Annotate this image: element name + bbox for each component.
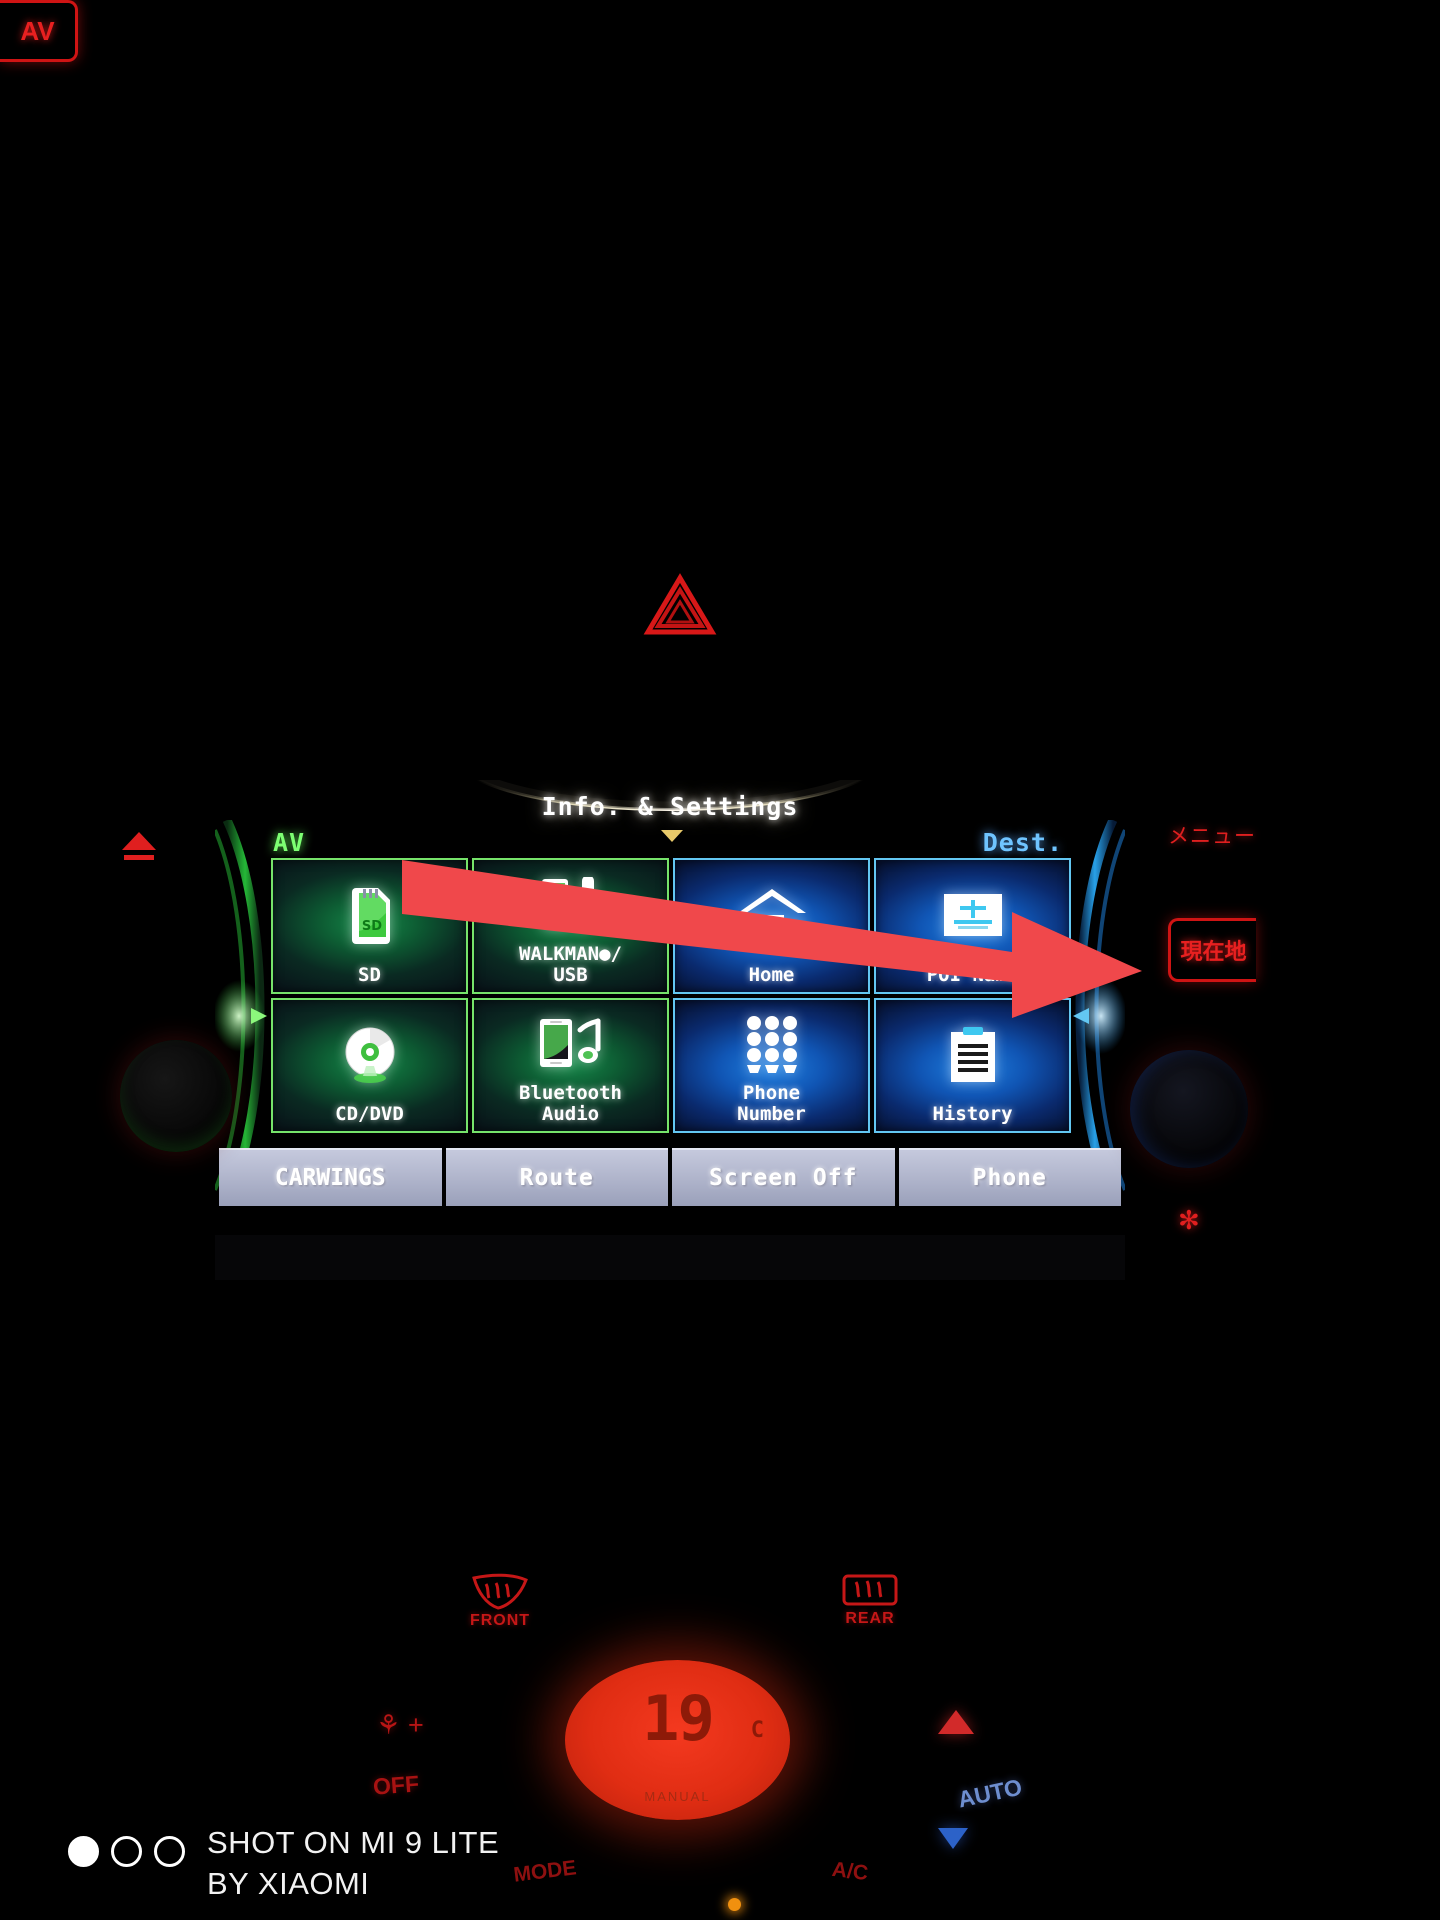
watermark-text: SHOT ON MI 9 LITE BY XIAOMI [207,1822,499,1904]
house-icon [675,860,868,965]
screen-title: Info. & Settings [541,792,799,821]
rear-defrost-label: REAR [845,1610,895,1627]
tile-label: SD [358,963,381,986]
gear-icon[interactable]: ✻ [1178,1205,1200,1236]
watermark-line-2: BY XIAOMI [207,1866,370,1901]
disc-icon [273,1000,466,1105]
temp-up-arrow-icon[interactable] [938,1710,974,1734]
title-caret-icon [661,830,683,842]
tile-phone-number[interactable]: Phone Number [673,997,870,1133]
tile-label: CD/DVD [335,1103,404,1125]
av-hardware-button[interactable]: AV [0,0,78,62]
tile-label: WALKMAN●/ USB [519,942,622,986]
temperature-unit: C [750,1718,764,1743]
svg-text:SD: SD [361,919,381,934]
function-button-screen-off[interactable]: Screen Off [672,1148,895,1206]
current-location-hardware-button[interactable]: 現在地 [1168,918,1256,982]
tile-bluetooth-audio[interactable]: Bluetooth Audio [472,997,669,1133]
tile-sd[interactable]: SD SD [271,858,468,994]
right-tune-knob[interactable] [1130,1050,1248,1168]
left-volume-knob[interactable] [120,1040,232,1152]
tile-poi-name[interactable]: POI Name [874,858,1071,994]
function-button-route[interactable]: Route [445,1148,668,1206]
tile-label: Phone Number [737,1082,806,1125]
rear-defrost-button[interactable]: REAR [810,1572,930,1628]
tile-label: POI Name [926,963,1019,986]
front-defrost-label: FRONT [469,1612,531,1629]
tile-history[interactable]: History [874,997,1071,1133]
list-document-icon [876,1000,1069,1105]
watermark-line-1: SHOT ON MI 9 LITE [207,1825,500,1860]
tile-home[interactable]: Home [673,858,870,994]
function-button-carwings[interactable]: CARWINGS [219,1148,442,1206]
function-button-phone[interactable]: Phone [898,1148,1121,1206]
watermark-dot [68,1836,99,1867]
tile-label: Bluetooth Audio [519,1082,622,1125]
tile-label: History [932,1103,1013,1125]
poi-name-icon [876,860,1069,965]
watermark-dot [154,1836,185,1867]
bluetooth-audio-icon [474,1000,667,1084]
walkman-usb-icon [474,860,667,944]
navigation-screen: Info. & Settings AV Dest. SD SD WALKMAN●… [215,780,1125,1235]
section-label-av: AV [273,828,306,857]
temp-down-arrow-icon[interactable] [938,1828,968,1849]
photo-of-car-dashboard: Info. & Settings AV Dest. SD SD WALKMAN●… [0,0,1440,1920]
sd-card-icon: SD [273,860,466,965]
section-label-dest: Dest. [982,828,1063,857]
temperature-display: 19 C MANUAL [565,1660,790,1820]
tile-walkman-usb[interactable]: WALKMAN●/ USB [472,858,669,994]
front-defrost-button[interactable]: FRONT [440,1572,560,1630]
watermark-dot [111,1836,142,1867]
tile-label: Home [748,963,795,986]
auto-climate-button[interactable]: AUTO [924,1767,1057,1820]
keypad-icon [675,1000,868,1084]
ac-button[interactable]: A/C [799,1854,901,1890]
camera-watermark: SHOT ON MI 9 LITE BY XIAOMI [68,1822,499,1904]
navigation-head-unit: Info. & Settings AV Dest. SD SD WALKMAN●… [215,780,1125,1280]
watermark-lens-dots [68,1836,185,1867]
tile-cd-dvd[interactable]: CD/DVD [271,997,468,1133]
climate-display-mode: MANUAL [644,1789,711,1804]
menu-tile-grid: SD SD WALKMAN●/ USB Home POI Name CD/DVD… [271,858,1071,1133]
hazard-warning-triangle-icon[interactable] [640,570,720,640]
menu-hardware-button-label[interactable]: メニュー [1168,820,1256,850]
fan-speed-up-button[interactable]: ⚘ + [340,1710,460,1741]
function-button-bar: CARWINGS Route Screen Off Phone [219,1148,1121,1206]
recirculation-indicator-light [728,1898,741,1911]
fan-off-button[interactable]: OFF [335,1768,457,1803]
eject-button-icon[interactable] [118,830,160,869]
